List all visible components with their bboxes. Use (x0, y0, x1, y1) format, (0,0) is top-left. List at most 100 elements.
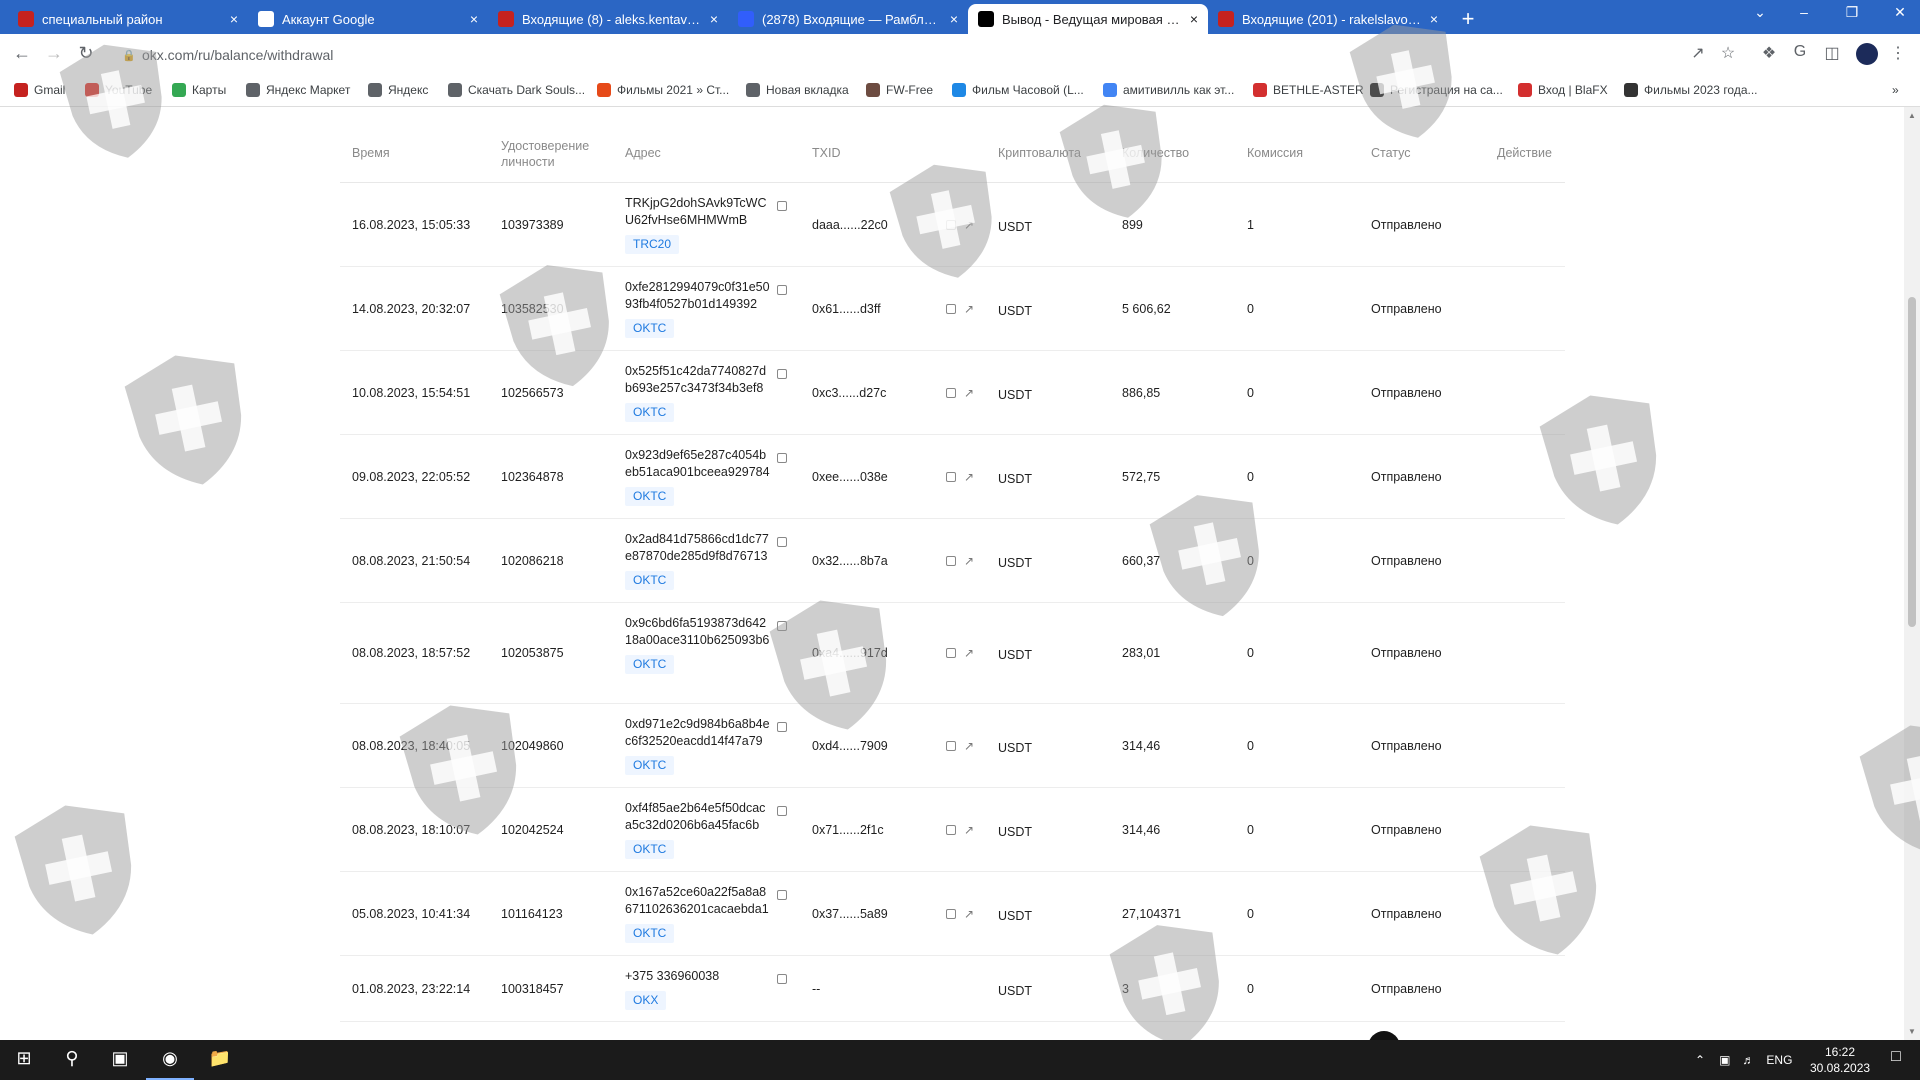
crypto-currency: USDT (998, 648, 1033, 662)
copy-address-icon[interactable] (777, 453, 787, 463)
gmail-icon (498, 11, 514, 27)
explorer-taskbar-icon[interactable]: 📁 (196, 1048, 244, 1069)
copy-address-icon[interactable] (777, 285, 787, 295)
page-button[interactable]: 2 (1368, 1031, 1400, 1040)
external-link-icon[interactable]: ↗ (964, 386, 974, 400)
notifications-icon[interactable]: □ (1872, 1048, 1920, 1066)
close-tab-icon[interactable]: × (470, 11, 478, 27)
copy-address-icon[interactable] (777, 890, 787, 900)
gmail-icon (18, 11, 34, 27)
withdrawal-time: 08.08.2023, 18:10:07 (352, 823, 471, 837)
copy-txid-icon[interactable] (946, 220, 956, 230)
forward-icon[interactable]: → (42, 43, 66, 64)
copy-address-icon[interactable] (777, 722, 787, 732)
scrollbar-thumb[interactable] (1908, 297, 1916, 627)
share-icon[interactable]: ↗ (1686, 43, 1710, 63)
external-link-icon[interactable]: ↗ (964, 218, 974, 232)
close-tab-icon[interactable]: × (950, 11, 958, 27)
copy-address-icon[interactable] (777, 621, 787, 631)
close-tab-icon[interactable]: × (710, 11, 718, 27)
external-link-icon[interactable]: ↗ (964, 470, 974, 484)
bookmark-item[interactable]: Фильмы 2023 года... (1624, 83, 1758, 97)
copy-address-icon[interactable] (777, 369, 787, 379)
copy-address-icon[interactable] (777, 806, 787, 816)
menu-icon[interactable]: ⋮ (1886, 43, 1910, 63)
copy-txid-icon[interactable] (946, 472, 956, 482)
bookmark-item[interactable]: FW-Free (866, 83, 933, 97)
bookmark-item[interactable]: Новая вкладка (746, 83, 849, 97)
external-link-icon[interactable]: ↗ (964, 823, 974, 837)
minimize-icon[interactable]: – (1784, 4, 1824, 20)
new-tab-icon[interactable]: + (1455, 6, 1481, 32)
tray-chevron-icon[interactable]: ⌃ (1695, 1053, 1705, 1067)
gmail-icon (14, 83, 28, 97)
withdrawal-amount: 27,104371 (1122, 907, 1182, 921)
more-bookmarks-icon[interactable]: » (1892, 83, 1899, 97)
withdrawal-time: 08.08.2023, 18:40:05 (352, 739, 471, 753)
browser-tab[interactable]: Входящие (8) - aleks.kentavr199 × (488, 4, 728, 34)
copy-txid-icon[interactable] (946, 556, 956, 566)
copy-txid-icon[interactable] (946, 741, 956, 751)
copy-txid-icon[interactable] (946, 304, 956, 314)
copy-address-icon[interactable] (777, 201, 787, 211)
clock[interactable]: 16:22 30.08.2023 (1810, 1044, 1870, 1076)
copy-txid-icon[interactable] (946, 909, 956, 919)
chevron-down-icon[interactable]: ⌄ (1740, 4, 1780, 21)
bookmark-item[interactable]: Скачать Dark Souls... (448, 83, 585, 97)
bookmark-item[interactable]: Вход | BlaFX (1518, 83, 1608, 97)
sidepanel-icon[interactable]: ◫ (1820, 43, 1844, 63)
copy-txid-icon[interactable] (946, 648, 956, 658)
close-window-icon[interactable]: ✕ (1880, 4, 1920, 21)
browser-tab[interactable]: специальный район × (8, 4, 248, 34)
page-scrollbar[interactable]: ▲ ▼ (1904, 107, 1920, 1040)
task-view-icon[interactable]: ▣ (96, 1048, 144, 1069)
table-row: 08.08.2023, 18:10:07 102042524 0x71......2… (340, 788, 1565, 872)
close-tab-icon[interactable]: × (230, 11, 238, 27)
reload-icon[interactable]: ↻ (74, 43, 98, 64)
copy-address-icon[interactable] (777, 974, 787, 984)
google-icon[interactable]: G (1788, 43, 1812, 61)
language-indicator[interactable]: ENG (1766, 1053, 1792, 1067)
copy-address-icon[interactable] (777, 537, 787, 547)
scroll-down-icon[interactable]: ▼ (1908, 1027, 1916, 1036)
scroll-up-icon[interactable]: ▲ (1908, 111, 1916, 120)
volume-icon[interactable]: ♬ (1742, 1053, 1754, 1067)
bookmark-item[interactable]: Карты (172, 83, 226, 97)
browser-tab[interactable]: Входящие (201) - rakelslavomir@ × (1208, 4, 1448, 34)
address-bar[interactable]: 🔒 okx.com/ru/balance/withdrawal (110, 39, 1700, 71)
browser-tab[interactable]: (2878) Входящие — Рамблер/по × (728, 4, 968, 34)
network-icon[interactable]: ▣ (1719, 1053, 1730, 1067)
bookmark-item[interactable]: YouTube (85, 83, 152, 97)
close-tab-icon[interactable]: × (1430, 11, 1438, 27)
external-link-icon[interactable]: ↗ (964, 646, 974, 660)
bookmark-item[interactable]: BETHLE-ASTER (1253, 83, 1364, 97)
bookmark-item[interactable]: Яндекс (368, 83, 428, 97)
copy-txid-icon[interactable] (946, 388, 956, 398)
bookmark-item[interactable]: Яндекс Маркет (246, 83, 350, 97)
external-link-icon[interactable]: ↗ (964, 554, 974, 568)
bookmark-item[interactable]: Gmail (14, 83, 65, 97)
bookmark-item[interactable]: Фильмы 2021 » Ст... (597, 83, 729, 97)
external-link-icon[interactable]: ↗ (964, 907, 974, 921)
tab-title: Входящие (201) - rakelslavomir@ (1242, 11, 1424, 27)
maximize-icon[interactable]: ❐ (1832, 4, 1872, 21)
avatar[interactable] (1856, 43, 1878, 65)
back-icon[interactable]: ← (10, 43, 34, 64)
chrome-taskbar-icon[interactable]: ◉ (146, 1048, 194, 1080)
bookmark-item[interactable]: Фильм Часовой (L... (952, 83, 1084, 97)
browser-tab[interactable]: Аккаунт Google × (248, 4, 488, 34)
external-link-icon[interactable]: ↗ (964, 739, 974, 753)
extensions-icon[interactable]: ❖ (1757, 43, 1781, 63)
windows-start-icon[interactable]: ⊞ (0, 1048, 48, 1069)
external-link-icon[interactable]: ↗ (964, 302, 974, 316)
close-tab-icon[interactable]: × (1190, 11, 1198, 27)
header-action: Действие (1497, 146, 1552, 160)
copy-txid-icon[interactable] (946, 825, 956, 835)
bookmark-item[interactable]: амитивилль как эт... (1103, 83, 1234, 97)
bookmark-label: Фильм Часовой (L... (972, 83, 1084, 97)
bookmark-item[interactable]: Регистрация на са... (1370, 83, 1503, 97)
mail-icon (738, 11, 754, 27)
browser-tab[interactable]: Вывод - Ведущая мировая бирж × (968, 4, 1208, 34)
search-icon[interactable]: ⚲ (48, 1048, 96, 1069)
star-icon[interactable]: ☆ (1716, 43, 1740, 63)
